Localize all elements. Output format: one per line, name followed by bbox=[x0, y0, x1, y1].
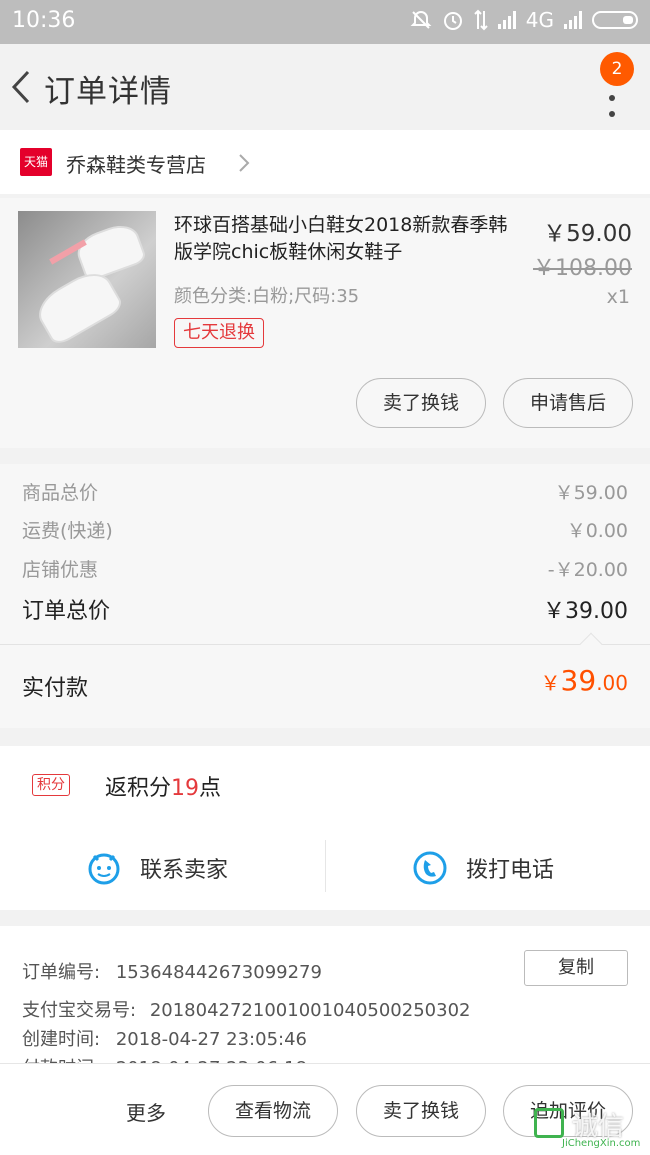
shop-row[interactable]: 天猫 乔森鞋类专营店 bbox=[0, 130, 650, 194]
battery-icon bbox=[592, 11, 638, 29]
tmall-logo: 天猫 bbox=[20, 148, 52, 176]
shop-name[interactable]: 乔森鞋类专营店 bbox=[66, 149, 206, 178]
points-value: 19 bbox=[171, 776, 200, 801]
nav-bar: 订单详情 bbox=[0, 44, 650, 130]
points-section: 积分 返积分19点 联系卖家 拨打电话 bbox=[0, 746, 650, 910]
product-quantity: x1 bbox=[606, 286, 630, 308]
signal-icon-2 bbox=[564, 11, 582, 29]
original-price: ￥108.00 bbox=[533, 256, 632, 281]
status-bar: 10:36 4G bbox=[0, 0, 650, 44]
data-arrows-icon bbox=[474, 9, 488, 31]
call-label: 拨打电话 bbox=[466, 858, 555, 883]
divider bbox=[0, 644, 650, 645]
copy-button[interactable]: 复制 bbox=[524, 950, 628, 986]
call-button[interactable]: 拨打电话 bbox=[412, 846, 554, 890]
created-time: 2018-04-27 23:05:46 bbox=[115, 1029, 307, 1050]
points-prefix: 返积分 bbox=[105, 776, 172, 801]
order-number: 153648442673099279 bbox=[115, 962, 322, 983]
contact-seller-label: 联系卖家 bbox=[140, 858, 229, 883]
alipay-number: 2018042721001001040500250302 bbox=[149, 1000, 471, 1021]
contact-seller-button[interactable]: 联系卖家 bbox=[86, 846, 228, 890]
watermark-emblem bbox=[534, 1108, 564, 1138]
return-policy-tag: 七天退换 bbox=[174, 318, 264, 348]
back-arrow-icon[interactable] bbox=[8, 66, 38, 108]
order-info: 订单编号: 153648442673099279 复制 支付宝交易号: 2018… bbox=[0, 926, 650, 1066]
summary-value: ￥59.00 bbox=[554, 482, 628, 504]
paid-integer: 39 bbox=[560, 664, 597, 697]
signal-icon bbox=[497, 11, 516, 29]
points-badge: 积分 bbox=[32, 774, 70, 796]
alipay-row: 支付宝交易号: 2018042721001001040500250302 bbox=[22, 996, 470, 1022]
sell-for-cash-button-bottom[interactable]: 卖了换钱 bbox=[356, 1085, 486, 1137]
product-price: ￥59.00 bbox=[543, 221, 632, 247]
alarm-icon bbox=[443, 12, 462, 30]
chat-face-icon bbox=[88, 853, 120, 885]
chevron-right-icon bbox=[239, 154, 250, 172]
summary-label: 店铺优惠 bbox=[22, 559, 99, 581]
caret-indicator bbox=[579, 632, 603, 656]
summary-value: -￥20.00 bbox=[547, 559, 628, 581]
status-icons: 4G bbox=[410, 8, 638, 32]
summary-label: 商品总价 bbox=[22, 482, 99, 504]
phone-icon bbox=[413, 851, 447, 885]
order-total-value: ￥39.00 bbox=[543, 599, 628, 624]
order-total-label: 订单总价 bbox=[22, 599, 111, 624]
product-name[interactable]: 环球百搭基础小白鞋女2018新款春季韩版学院chic板鞋休闲女鞋子 bbox=[174, 212, 514, 266]
paid-label: 实付款 bbox=[22, 676, 89, 701]
after-sales-button[interactable]: 申请售后 bbox=[503, 378, 633, 428]
summary-value: ￥0.00 bbox=[566, 520, 628, 542]
network-type: 4G bbox=[525, 8, 554, 32]
created-time-row: 创建时间: 2018-04-27 23:05:46 bbox=[22, 1025, 307, 1051]
price-summary: 商品总价 ￥59.00 运费(快递) ￥0.00 店铺优惠 -￥20.00 订单… bbox=[0, 464, 650, 728]
product-spec: 颜色分类:白粉;尺码:35 bbox=[174, 286, 360, 307]
alipay-label: 支付宝交易号: bbox=[22, 1000, 137, 1021]
order-total-row: 订单总价 ￥39.00 bbox=[22, 593, 628, 625]
paid-decimal: .00 bbox=[596, 671, 628, 695]
product-image[interactable] bbox=[18, 211, 156, 348]
product-card: 环球百搭基础小白鞋女2018新款春季韩版学院chic板鞋休闲女鞋子 颜色分类:白… bbox=[0, 198, 650, 448]
bell-off-icon bbox=[410, 10, 432, 29]
summary-row: 运费(快递) ￥0.00 bbox=[22, 516, 628, 543]
watermark-logo: 诚信 JiChengXin.com bbox=[532, 1104, 650, 1152]
watermark-url: JiChengXin.com bbox=[562, 1138, 641, 1149]
view-logistics-button[interactable]: 查看物流 bbox=[208, 1085, 338, 1137]
summary-row: 商品总价 ￥59.00 bbox=[22, 478, 628, 505]
order-number-label: 订单编号: bbox=[22, 962, 101, 983]
created-time-label: 创建时间: bbox=[22, 1029, 101, 1050]
notification-badge: 2 bbox=[600, 52, 634, 86]
paid-amount: ￥39.00 bbox=[541, 664, 628, 697]
points-suffix: 点 bbox=[199, 776, 222, 801]
points-text: 返积分19点 bbox=[105, 770, 221, 802]
divider bbox=[325, 840, 326, 892]
status-time: 10:36 bbox=[12, 8, 76, 33]
page-title: 订单详情 bbox=[44, 74, 172, 110]
summary-row: 店铺优惠 -￥20.00 bbox=[22, 555, 628, 582]
order-number-row: 订单编号: 153648442673099279 bbox=[22, 958, 322, 984]
summary-label: 运费(快递) bbox=[22, 520, 113, 542]
sell-for-cash-button[interactable]: 卖了换钱 bbox=[356, 378, 486, 428]
more-button[interactable]: 更多 bbox=[126, 1097, 166, 1126]
paid-currency: ￥ bbox=[540, 671, 561, 695]
